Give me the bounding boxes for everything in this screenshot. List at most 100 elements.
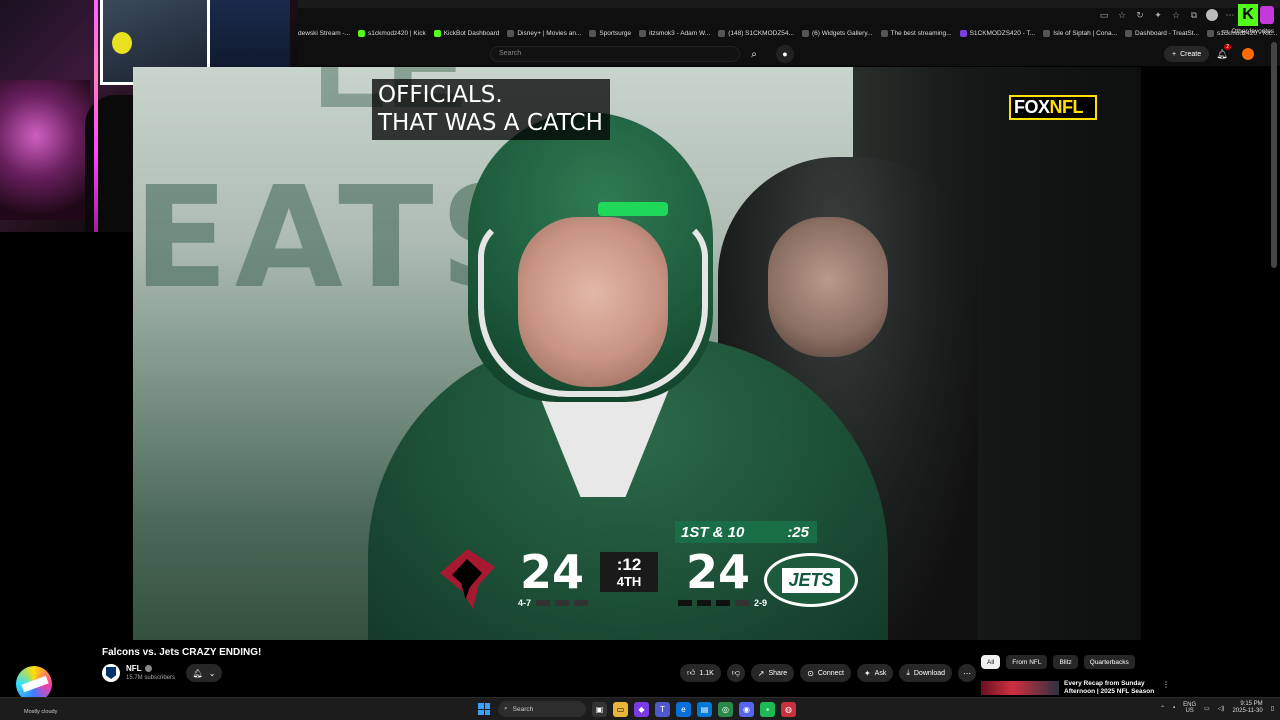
bookmark-item[interactable]: Dashboard - TreatSt... [1125, 29, 1199, 37]
bookmark-label: Dashboard - TreatSt... [1135, 29, 1199, 37]
channel-name[interactable]: NFL [126, 664, 152, 673]
bookmark-item[interactable]: Isle of Siptah | Cona... [1043, 29, 1118, 37]
notification-badge: 2 [1224, 44, 1231, 50]
timeout-indicator [555, 600, 570, 606]
connect-button[interactable]: ⊙ Connect [800, 664, 851, 682]
bookmark-item[interactable]: Disney+ | Movies an... [507, 29, 582, 37]
like-button[interactable]: 👍︎ 1.1K [680, 664, 721, 682]
monitor-icon[interactable]: ▭ [1204, 705, 1210, 712]
region-code: US [1185, 708, 1194, 714]
nfl-logo-text: NFL [1049, 97, 1084, 117]
bookmark-label: KickBot Dashboard [443, 29, 500, 37]
task-view-icon[interactable]: ▣ [592, 701, 607, 717]
edge-icon[interactable]: e [676, 701, 691, 717]
connect-icon: ⊙ [807, 668, 814, 678]
taskbar-search[interactable]: ⌕ Search [498, 701, 586, 717]
spectator-face [768, 217, 888, 357]
bell-icon: 🔔︎ [192, 668, 203, 678]
channel-name-label: NFL [126, 664, 142, 673]
home-record: 2-9 [754, 598, 768, 608]
search-input[interactable]: Search [490, 46, 740, 62]
taskbar: Mostly cloudy ⌕ Search ▣ ▭ ◆ T e ▤ ◎ ◉ ▪ … [0, 697, 1280, 720]
caption-line: OFFICIALS. [378, 82, 503, 108]
discord-icon[interactable]: ◉ [739, 701, 754, 717]
system-clock[interactable]: 9:15 PM 2025-11-30 [1232, 701, 1262, 715]
bookmark-item[interactable]: (6) Widgets Gallery... [801, 29, 873, 37]
webcam-smiley-sticker [112, 32, 132, 54]
share-button[interactable]: ↗ Share [750, 664, 795, 682]
favorite-star-icon[interactable]: ☆ [1116, 9, 1128, 21]
favorites-icon[interactable]: ☆ [1170, 9, 1182, 21]
notifications-icon[interactable]: ▯ [1271, 705, 1274, 712]
recommended-thumbnail[interactable] [981, 681, 1059, 695]
chip-all[interactable]: All [981, 655, 1001, 669]
connect-label: Connect [817, 669, 844, 677]
bookmark-item[interactable]: S1CKMODZS420 - T... [959, 29, 1036, 37]
taskbar-search-label: Search [512, 705, 534, 713]
bookmark-item[interactable]: s1ckmodz420 | Kick [358, 29, 426, 37]
app-icon[interactable]: ▪ [760, 701, 775, 717]
bookmark-label: Isle of Siptah | Cona... [1053, 29, 1118, 37]
globe-icon [718, 29, 726, 37]
more-actions-button[interactable]: ⋯ [958, 664, 977, 682]
taskbar-apps: ⌕ Search ▣ ▭ ◆ T e ▤ ◎ ◉ ▪ ◍ [476, 701, 796, 717]
bookmark-item[interactable]: The best streaming... [880, 29, 952, 37]
volume-icon[interactable]: ◁) [1218, 705, 1225, 712]
bookmark-item[interactable]: itzsmok3 - Adam W... [639, 29, 710, 37]
obs-icon[interactable]: ◍ [781, 701, 796, 717]
dislike-button[interactable]: 👎︎ [726, 664, 745, 682]
bookmark-label: Disney+ | Movies an... [517, 29, 582, 37]
recommended-more-icon[interactable]: ⋮ [1162, 680, 1170, 689]
globe-icon [1043, 29, 1051, 37]
recommended-title[interactable]: Every Recap from Sunday Afternoon | 2025… [1064, 680, 1164, 694]
file-explorer-icon[interactable]: ▭ [613, 701, 628, 717]
more-icon: ⋯ [963, 668, 972, 678]
teams-icon[interactable]: T [655, 701, 670, 717]
widgets-icon [801, 29, 809, 37]
weather-widget[interactable]: Mostly cloudy [24, 709, 57, 715]
chip-blitz[interactable]: Blitz [1053, 655, 1078, 669]
other-favorites[interactable]: ▭ Other favorites [1222, 27, 1274, 36]
store-icon[interactable]: ▤ [697, 701, 712, 717]
chip-quarterbacks[interactable]: Quarterbacks [1083, 655, 1135, 669]
microphone-icon[interactable]: ● [776, 45, 794, 63]
refresh-icon[interactable]: ↻ [1134, 9, 1146, 21]
fox-logo-text: FOX [1014, 97, 1050, 117]
browser-profile-avatar[interactable] [1206, 9, 1218, 21]
bookmark-item[interactable]: dewski Stream -... [298, 30, 350, 37]
channel-avatar[interactable] [102, 664, 120, 682]
extensions-icon[interactable]: ✦ [1152, 9, 1164, 21]
tray-overflow-chevron-icon[interactable]: ⌃ [1160, 705, 1165, 712]
notifications-bell-icon[interactable]: 🔔︎ 2 [1215, 44, 1231, 61]
play-clock: :25 [787, 523, 809, 541]
purple-extension-icon[interactable] [1260, 6, 1274, 24]
ask-button[interactable]: ✦ Ask [856, 664, 894, 682]
collections-icon[interactable]: ⧉ [1188, 9, 1200, 21]
chrome-icon[interactable]: ◎ [718, 701, 733, 717]
bookmark-label: (148) S1CKMODZ54... [728, 29, 794, 37]
subscription-bell-button[interactable]: 🔔︎ ⌄ [186, 664, 222, 682]
bookmark-label: s1ckmodz420 | Kick [368, 29, 426, 37]
download-button[interactable]: ⤓ Download [899, 664, 953, 682]
bookmark-item[interactable]: (148) S1CKMODZ54... [718, 29, 794, 37]
chip-from-nfl[interactable]: From NFL [1006, 655, 1048, 669]
user-avatar[interactable] [1242, 48, 1254, 60]
windows-start-icon[interactable] [476, 701, 492, 717]
browser-menu-icon[interactable]: ⋯ [1224, 9, 1236, 21]
kick-icon [433, 29, 441, 37]
bookmark-label: S1CKMODZS420 - T... [969, 29, 1036, 37]
create-button[interactable]: + Create [1164, 46, 1210, 62]
bookmark-item[interactable]: KickBot Dashboard [433, 29, 500, 37]
verified-icon [144, 665, 152, 673]
page-scrollbar[interactable] [1271, 42, 1277, 268]
tray-app-icon[interactable]: ▪ [1173, 705, 1175, 711]
search-icon[interactable]: ⌕ [744, 46, 764, 62]
install-app-icon[interactable]: ▭ [1098, 9, 1110, 21]
language-indicator[interactable]: ENG US [1183, 702, 1196, 714]
copilot-icon[interactable]: ◆ [634, 701, 649, 717]
bookmark-item[interactable]: Sportsurge [589, 29, 631, 37]
kick-extension-icon[interactable]: K [1238, 4, 1258, 26]
clock-time: 9:15 PM [1240, 701, 1263, 707]
quarter: 4TH [616, 573, 642, 589]
download-label: Download [913, 669, 946, 677]
